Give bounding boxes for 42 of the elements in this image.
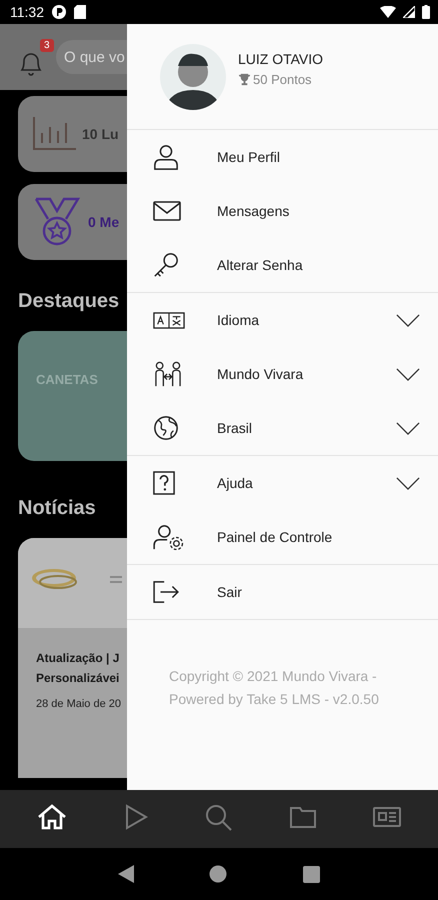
exit-icon	[153, 581, 179, 603]
menu-item[interactable]: Ajuda	[127, 456, 438, 510]
person-gear-icon	[153, 524, 185, 550]
user-name: LUIZ OTAVIO	[238, 50, 324, 66]
menu-item[interactable]: Meu Perfil	[127, 130, 438, 184]
question-icon	[153, 471, 175, 495]
stat-label: 10 Lu	[82, 126, 119, 142]
section-title: Destaques	[18, 290, 120, 313]
trophy-icon	[238, 72, 251, 86]
points-label: 50 Pontos	[253, 72, 312, 86]
people-icon	[153, 361, 183, 387]
envelope-icon	[153, 201, 181, 221]
menu-item[interactable]: Idioma	[127, 293, 438, 347]
wifi-icon	[380, 6, 396, 18]
recents-icon[interactable]	[303, 866, 320, 882]
notification-badge: 3	[40, 39, 54, 52]
globe-icon	[153, 415, 179, 441]
menu-item[interactable]: Alterar Senha	[127, 238, 438, 292]
section-title: Notícias	[18, 497, 97, 520]
app-notification-icon	[51, 4, 67, 20]
home-button-icon[interactable]	[209, 865, 228, 883]
menu-item[interactable]: Painel de Controle	[127, 510, 438, 564]
home-icon[interactable]	[36, 802, 67, 830]
menu-item[interactable]: Brasil	[127, 401, 438, 455]
news-date: 28 de Maio de 20	[36, 698, 122, 710]
menu-item[interactable]: Mensagens	[127, 184, 438, 238]
battery-icon	[422, 5, 430, 19]
translate-icon	[153, 312, 185, 328]
copyright-text: Copyright © 2021 Mundo Vivara - Powered by Take 5 LMS - v2.0.50	[168, 667, 380, 709]
medal-icon	[32, 197, 82, 247]
search-icon[interactable]	[204, 802, 234, 830]
signal-icon	[403, 6, 415, 18]
back-icon[interactable]	[118, 865, 134, 883]
sd-card-icon	[74, 5, 86, 19]
stat-label: 0 Me	[88, 214, 120, 230]
key-icon	[153, 252, 179, 278]
status-time: 11:32	[10, 4, 44, 20]
person-icon	[153, 144, 179, 170]
menu-item[interactable]: Sair	[127, 565, 438, 619]
menu-item[interactable]: Mundo Vivara	[127, 347, 438, 401]
bar-chart-icon	[32, 117, 76, 151]
news-headline: Atualização | J Personalizávei	[36, 650, 120, 687]
